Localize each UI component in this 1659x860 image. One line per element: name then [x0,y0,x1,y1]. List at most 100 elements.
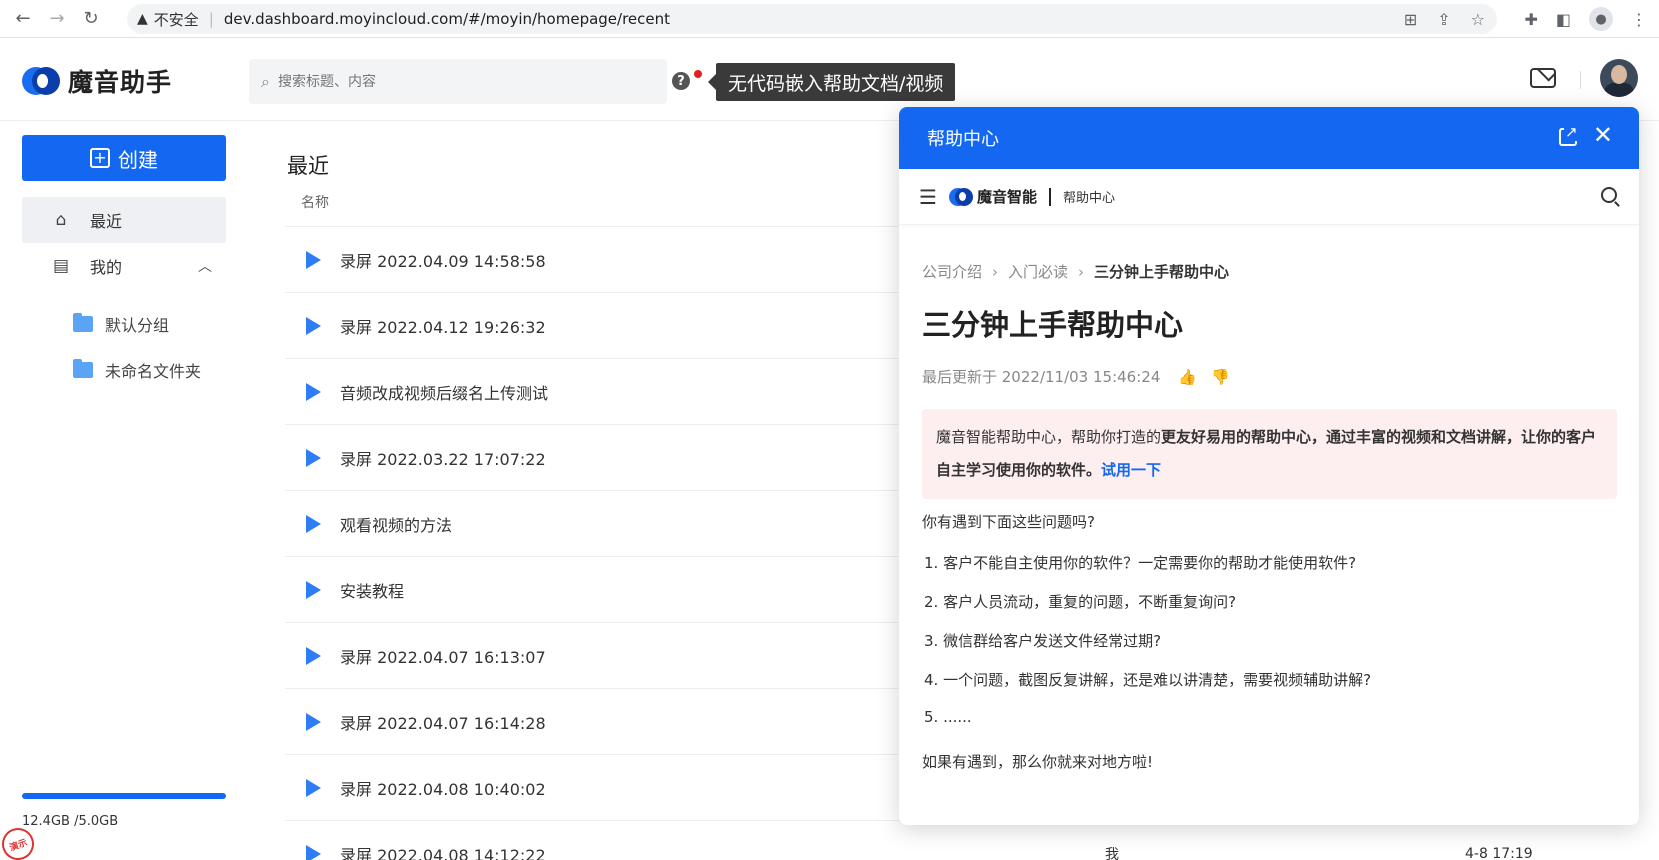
help-tooltip: 无代码嵌入帮助文档/视频 [707,63,956,101]
list-item: 3. 微信群给客户发送文件经常过期? [924,632,1162,650]
breadcrumb-item[interactable]: 入门必读 [1008,261,1068,282]
row-name[interactable]: 录屏 2022.04.08 14:12:22 [340,842,546,860]
translate-icon[interactable]: ⊞ [1404,10,1417,29]
row-name[interactable]: 音频改成视频后缀名上传测试 [340,380,548,404]
folder-default-group[interactable]: 默认分组 [73,309,169,339]
help-panel-title: 帮助中心 [927,129,999,150]
brand-mark-icon [948,187,975,207]
row-name[interactable]: 观看视频的方法 [340,512,452,536]
search-box[interactable]: ⌕ [249,59,667,104]
my-files-icon: ▤ [52,256,70,276]
sidebar-item-mine[interactable]: ▤ 我的 ︿ [22,243,226,289]
sidebar-item-label: 最近 [90,212,123,231]
address-bar[interactable]: ▲ 不安全 | dev.dashboard.moyincloud.com/#/m… [127,4,1497,34]
brand-divider [1048,187,1051,206]
help-panel-header: 帮助中心 ✕ [899,107,1639,169]
reload-icon[interactable]: ↻ [78,6,104,32]
closing-text: 如果有遇到，那么你就来对地方啦! [922,753,1154,771]
plus-box-icon: + [90,148,110,168]
browser-menu-icon[interactable]: ⋮ [1631,10,1647,29]
browser-profile-icon[interactable]: ● [1589,7,1613,31]
article-title: 三分钟上手帮助中心 [922,308,1184,342]
note-text: 魔音智能帮助中心，帮助你打造的 [936,428,1162,446]
breadcrumb-item[interactable]: 公司介绍 [922,261,982,282]
row-time: 4-8 17:19 [1465,845,1533,860]
help-article: 公司介绍 › 入门必读 › 三分钟上手帮助中心 三分钟上手帮助中心 最后更新于 … [899,261,1639,772]
logo-text: 魔音助手 [68,68,173,97]
back-icon[interactable]: ← [10,6,36,32]
folder-icon [73,359,93,378]
updated-time: 最后更新于 2022/11/03 15:46:24 [922,368,1161,386]
browser-toolbar: ← → ↻ ▲ 不安全 | dev.dashboard.moyincloud.c… [0,0,1659,38]
list-item: 2. 客户人员流动，重复的问题，不断重复询问? [924,593,1237,611]
row-name[interactable]: 录屏 2022.03.22 17:07:22 [340,446,546,470]
share-icon[interactable]: ⇪ [1437,10,1450,29]
folder-label: 默认分组 [105,316,170,335]
menu-icon[interactable]: ☰ [919,185,937,209]
play-icon [306,250,321,269]
create-button[interactable]: + 创建 [22,135,226,181]
app-logo[interactable]: 魔音助手 [22,63,172,99]
question-text: 你有遇到下面这些问题吗? [922,513,1095,531]
folder-icon [73,313,93,332]
help-brand-name: 魔音智能 [976,188,1037,206]
play-icon [306,448,321,467]
play-icon [306,844,321,860]
breadcrumb: 公司介绍 › 入门必读 › 三分钟上手帮助中心 [922,261,1617,282]
intro-note: 魔音智能帮助中心，帮助你打造的更友好易用的帮助中心，通过丰富的视频和文档讲解，让… [922,409,1617,499]
table-row[interactable]: 录屏 2022.04.08 14:12:22 我 4-8 17:19 [285,820,1565,860]
notification-dot [694,70,702,78]
row-name[interactable]: 录屏 2022.04.09 14:58:58 [340,248,546,272]
forward-icon[interactable]: → [44,6,70,32]
row-name[interactable]: 安装教程 [340,578,404,602]
extensions-icon[interactable]: ✚ [1524,10,1537,29]
help-topbar: ☰ 魔音智能 帮助中心 [899,169,1639,225]
list-item: 4. 一个问题，截图反复讲解，还是难以讲清楚，需要视频辅助讲解? [924,671,1372,689]
row-name[interactable]: 录屏 2022.04.07 16:13:07 [340,644,546,668]
thumbs-down-icon[interactable]: 👎 [1211,368,1230,386]
play-icon [306,514,321,533]
search-icon[interactable] [1601,187,1617,203]
user-avatar[interactable] [1600,59,1638,97]
play-icon [306,712,321,731]
sidebar-item-label: 我的 [90,258,123,277]
chevron-up-icon[interactable]: ︿ [198,256,212,276]
address-separator: | [208,10,214,28]
storage-text: 12.4GB /5.0GB [22,814,119,829]
chevron-right-icon: › [992,262,999,281]
sidebar: + 创建 ⌂ 最近 ▤ 我的 ︿ 默认分组 未命名文件夹 12.4GB /5.0… [0,122,250,860]
help-question-icon[interactable]: ? [672,72,690,90]
list-item: 5. ...... [924,708,972,726]
breadcrumb-current: 三分钟上手帮助中心 [1094,263,1230,281]
sidebar-item-recent[interactable]: ⌂ 最近 [22,197,226,243]
open-external-icon[interactable] [1559,123,1579,146]
row-name[interactable]: 录屏 2022.04.12 19:26:32 [340,314,546,338]
column-header-name: 名称 [301,195,329,211]
chevron-right-icon: › [1078,262,1085,281]
play-icon [306,778,321,797]
help-subtitle: 帮助中心 [1062,191,1115,206]
row-owner: 我 [1105,846,1119,860]
row-name[interactable]: 录屏 2022.04.07 16:14:28 [340,710,546,734]
thumbs-up-icon[interactable]: 👍 [1178,368,1197,386]
bookmark-star-icon[interactable]: ☆ [1471,10,1485,29]
header-divider [1580,71,1581,89]
close-icon[interactable]: ✕ [1593,123,1613,147]
url-text[interactable]: dev.dashboard.moyincloud.com/#/moyin/hom… [224,10,670,28]
logo-mark-icon [22,65,60,97]
insecure-label: 不安全 [153,10,199,29]
play-icon [306,580,321,599]
play-icon [306,646,321,665]
problem-list: 1. 客户不能自主使用你的软件？一定需要你的帮助才能使用软件? 2. 客户人员流… [922,552,1617,747]
search-input[interactable] [277,73,618,90]
side-panel-icon[interactable]: ◧ [1556,10,1571,29]
warning-icon: ▲ [137,11,148,27]
article-meta: 最后更新于 2022/11/03 15:46:24 👍 👎 [922,366,1617,387]
try-it-link[interactable]: 试用一下 [1101,461,1161,479]
help-brand-logo[interactable]: 魔音智能 [948,186,1037,207]
mail-icon[interactable] [1530,68,1556,88]
row-name[interactable]: 录屏 2022.04.08 10:40:02 [340,776,546,800]
folder-unnamed[interactable]: 未命名文件夹 [73,355,201,385]
storage-progress-bar [22,793,226,799]
create-label: 创建 [118,147,158,172]
